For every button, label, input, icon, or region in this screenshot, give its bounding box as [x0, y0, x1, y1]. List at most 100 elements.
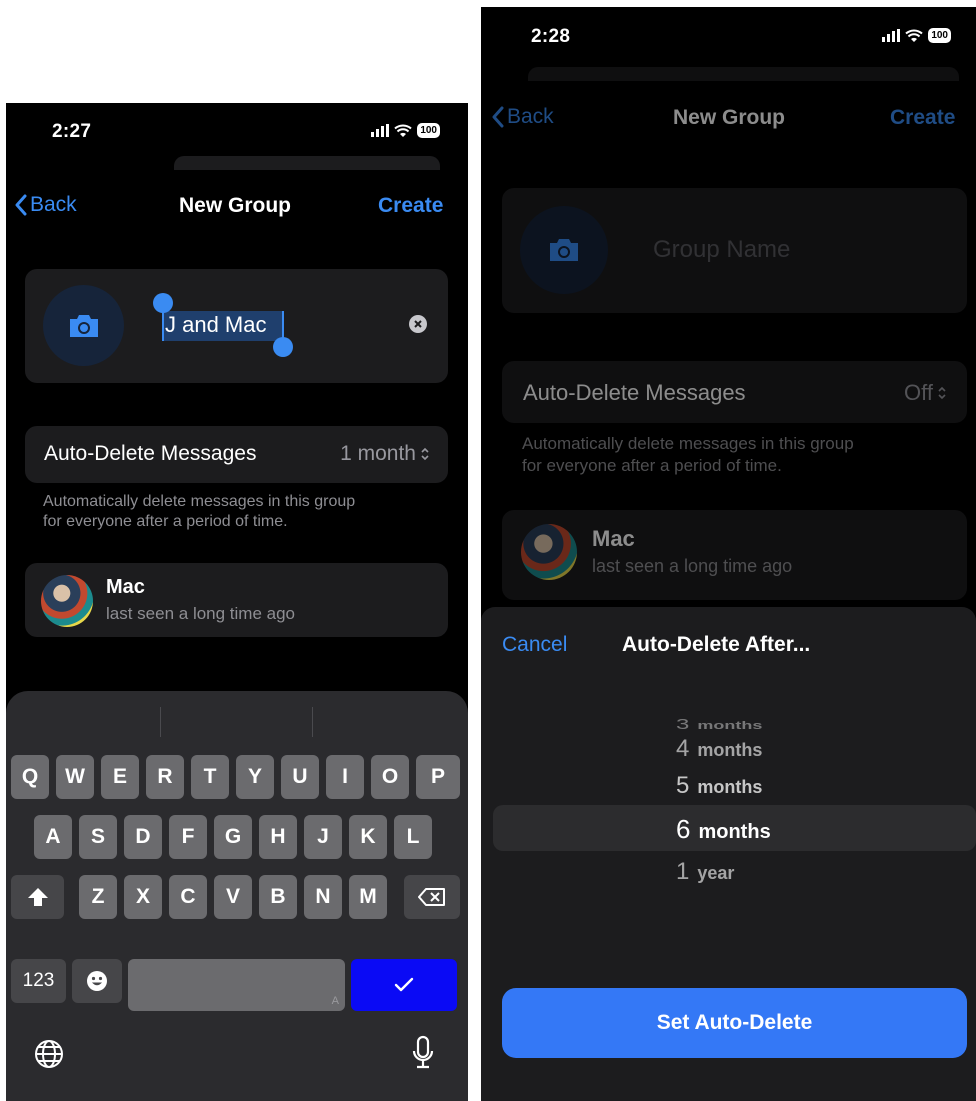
member-name: Mac	[592, 526, 635, 551]
auto-delete-hint-2: for everyone after a period of time.	[43, 513, 288, 530]
selection-end-handle[interactable]	[273, 337, 293, 357]
cancel-button[interactable]: Cancel	[502, 633, 567, 657]
selection-start-handle[interactable]	[153, 293, 173, 313]
group-info-card: J and Mac	[25, 269, 448, 383]
key-s[interactable]: S	[79, 815, 117, 859]
shift-icon	[27, 888, 48, 906]
picker-option[interactable]: 5 months	[676, 772, 762, 800]
auto-delete-row[interactable]: Auto-Delete Messages Off	[502, 361, 967, 423]
key-m[interactable]: M	[349, 875, 387, 919]
picker-option-number: 1	[676, 858, 690, 885]
auto-delete-label: Auto-Delete Messages	[523, 380, 746, 405]
status-icons: 100	[882, 28, 951, 43]
group-name-input[interactable]: Group Name	[653, 236, 790, 264]
member-row[interactable]: Mac last seen a long time ago	[502, 510, 967, 600]
group-name-input[interactable]: J and Mac	[165, 312, 267, 338]
key-z[interactable]: Z	[79, 875, 117, 919]
key-y[interactable]: Y	[236, 755, 274, 799]
emoji-icon	[87, 971, 107, 991]
key-g[interactable]: G	[214, 815, 252, 859]
status-time: 2:27	[52, 121, 92, 142]
key-v[interactable]: V	[214, 875, 252, 919]
selection-start-bar	[162, 311, 164, 341]
keyboard: Q W E R T Y U I O P A S D F G H J K L Z …	[6, 691, 468, 1101]
status-icons: 100	[371, 123, 440, 138]
battery-icon: 100	[928, 28, 951, 43]
key-w[interactable]: W	[56, 755, 94, 799]
key-i[interactable]: I	[326, 755, 364, 799]
key-c[interactable]: C	[169, 875, 207, 919]
picker-option[interactable]: 4 months	[676, 735, 762, 763]
auto-delete-row[interactable]: Auto-Delete Messages 1 month	[25, 426, 448, 483]
auto-delete-value: Off	[904, 380, 947, 406]
wifi-icon	[394, 124, 412, 137]
status-time: 2:28	[531, 26, 571, 47]
key-p[interactable]: P	[416, 755, 460, 799]
back-button[interactable]: Back	[491, 105, 554, 129]
key-n[interactable]: N	[304, 875, 342, 919]
picker-option-selected[interactable]: 6 months	[676, 814, 771, 845]
key-f[interactable]: F	[169, 815, 207, 859]
key-l[interactable]: L	[394, 815, 432, 859]
updown-chevron-icon	[938, 386, 946, 400]
globe-icon[interactable]	[34, 1039, 64, 1069]
right-screen: 2:28 100 Back New Group Create Group Nam…	[481, 7, 976, 1101]
space-hint: A	[331, 995, 339, 1007]
clear-text-button[interactable]	[409, 315, 427, 333]
member-row[interactable]: Mac last seen a long time ago	[25, 563, 448, 637]
camera-icon	[69, 314, 98, 337]
set-photo-button[interactable]	[520, 206, 608, 294]
page-title: New Group	[673, 106, 786, 129]
battery-icon: 100	[417, 123, 440, 138]
key-o[interactable]: O	[371, 755, 409, 799]
key-e[interactable]: E	[101, 755, 139, 799]
set-photo-button[interactable]	[43, 285, 124, 366]
key-b[interactable]: B	[259, 875, 297, 919]
avatar	[41, 575, 93, 627]
status-bar: 2:28 100	[481, 7, 976, 53]
back-button[interactable]: Back	[14, 193, 77, 217]
picker-option-unit: months	[697, 719, 763, 732]
camera-icon	[550, 239, 578, 261]
auto-delete-hint-1: Automatically delete messages in this gr…	[522, 434, 854, 453]
shift-key[interactable]	[11, 875, 64, 919]
create-button[interactable]: Create	[890, 106, 955, 130]
key-k[interactable]: K	[349, 815, 387, 859]
key-h[interactable]: H	[259, 815, 297, 859]
page-title: New Group	[179, 194, 292, 217]
key-a[interactable]: A	[34, 815, 72, 859]
picker-option-unit: months	[698, 821, 771, 843]
key-d[interactable]: D	[124, 815, 162, 859]
sheet-grabber	[528, 67, 959, 81]
delete-key[interactable]	[404, 875, 460, 919]
microphone-icon[interactable]	[411, 1035, 435, 1071]
space-bar[interactable]: A	[128, 959, 345, 1011]
numbers-key[interactable]: 123	[11, 959, 66, 1003]
picker-option-unit: months	[697, 777, 763, 797]
member-status: last seen a long time ago	[106, 604, 296, 623]
back-label: Back	[30, 193, 77, 216]
auto-delete-label: Auto-Delete Messages	[44, 442, 257, 465]
set-auto-delete-button[interactable]: Set Auto-Delete	[502, 988, 967, 1058]
key-x[interactable]: X	[124, 875, 162, 919]
picker-option-number: 5	[676, 772, 690, 799]
key-q[interactable]: Q	[11, 755, 49, 799]
chevron-left-icon	[15, 194, 27, 216]
left-screen: 2:27 100 Back New Group Create J and Mac…	[6, 103, 468, 1101]
emoji-key[interactable]	[72, 959, 122, 1003]
key-u[interactable]: U	[281, 755, 319, 799]
status-bar: 2:27 100	[6, 103, 468, 149]
key-t[interactable]: T	[191, 755, 229, 799]
auto-delete-hint-1: Automatically delete messages in this gr…	[43, 493, 356, 510]
done-key[interactable]	[351, 959, 457, 1011]
create-button[interactable]: Create	[378, 194, 443, 218]
suggestion-divider	[160, 707, 161, 737]
updown-chevron-icon	[421, 447, 429, 461]
picker-option-number: 6	[676, 814, 691, 844]
auto-delete-value-text: 1 month	[340, 442, 416, 465]
key-j[interactable]: J	[304, 815, 342, 859]
picker-option[interactable]: 1 year	[676, 858, 734, 886]
picker-option[interactable]: 3 months	[676, 717, 762, 734]
key-r[interactable]: R	[146, 755, 184, 799]
sheet-title: Auto-Delete After...	[622, 633, 811, 656]
